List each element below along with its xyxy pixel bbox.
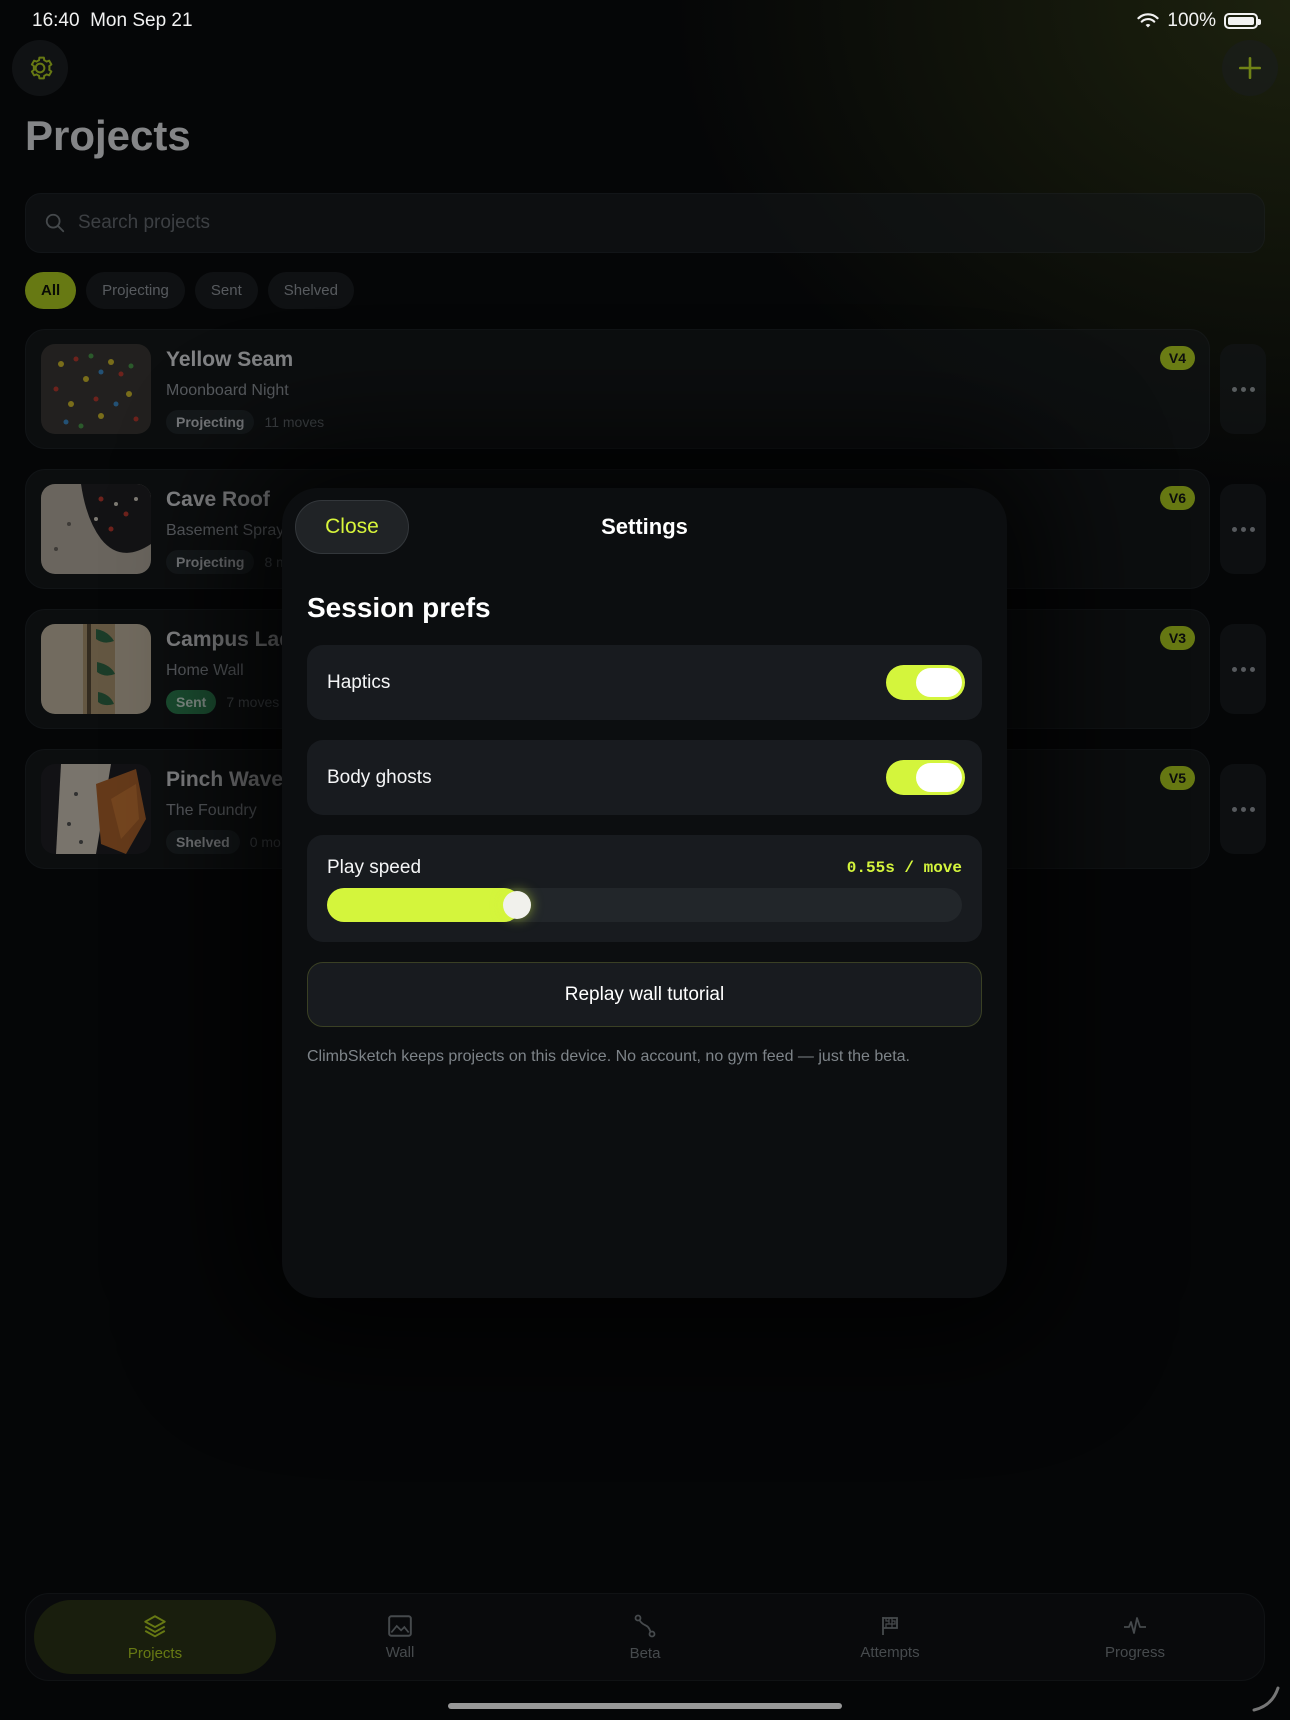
tab-projects[interactable]: Projects bbox=[34, 1600, 276, 1674]
tab-attempts[interactable]: Attempts bbox=[769, 1600, 1011, 1674]
project-thumbnail bbox=[41, 624, 151, 714]
project-meta: Sent 7 moves bbox=[166, 690, 279, 714]
move-count: 11 moves bbox=[264, 414, 325, 430]
layers-icon bbox=[144, 1614, 166, 1637]
grade-badge: V6 bbox=[1159, 486, 1195, 510]
tab-wall[interactable]: Wall bbox=[279, 1600, 521, 1674]
play-speed-value: 0.55s / move bbox=[846, 859, 962, 877]
grade-badge: V4 bbox=[1159, 346, 1195, 370]
search-input[interactable] bbox=[78, 212, 1178, 234]
settings-button[interactable] bbox=[12, 40, 68, 96]
route-icon bbox=[634, 1614, 656, 1637]
project-name: Yellow Seam bbox=[166, 348, 294, 371]
tab-bar: Projects Wall Beta Attempts Progress bbox=[25, 1593, 1265, 1681]
settings-sheet: Close Settings Session prefs Haptics Bod… bbox=[282, 488, 1007, 1298]
search-icon bbox=[45, 213, 65, 233]
project-location: The Foundry bbox=[166, 802, 257, 819]
project-name: Campus Lad bbox=[166, 628, 293, 651]
toggle-knob bbox=[916, 668, 962, 697]
tab-label: Beta bbox=[629, 1644, 661, 1662]
project-thumbnail bbox=[41, 764, 151, 854]
filter-shelved[interactable]: Shelved bbox=[267, 272, 354, 309]
more-options-button[interactable] bbox=[1220, 484, 1266, 574]
play-speed-row: Play speed 0.55s / move bbox=[307, 835, 982, 942]
section-title: Session prefs bbox=[307, 592, 491, 623]
body-ghosts-row: Body ghosts bbox=[307, 740, 982, 815]
filter-all[interactable]: All bbox=[25, 272, 77, 309]
filter-sent[interactable]: Sent bbox=[194, 272, 258, 309]
project-meta: Projecting 8 m bbox=[166, 550, 288, 574]
tab-progress[interactable]: Progress bbox=[1014, 1600, 1256, 1674]
plus-icon bbox=[1238, 56, 1262, 80]
add-project-button[interactable] bbox=[1222, 40, 1278, 96]
filter-projecting[interactable]: Projecting bbox=[86, 272, 185, 309]
status-badge: Shelved bbox=[166, 830, 240, 854]
more-options-button[interactable] bbox=[1220, 344, 1266, 434]
body-ghosts-toggle[interactable] bbox=[886, 760, 965, 795]
status-badge: Projecting bbox=[166, 410, 255, 434]
flag-icon bbox=[882, 1616, 898, 1635]
replay-tutorial-button[interactable]: Replay wall tutorial bbox=[307, 962, 982, 1027]
tab-label: Wall bbox=[385, 1643, 415, 1661]
tab-label: Attempts bbox=[860, 1643, 920, 1661]
haptics-label: Haptics bbox=[327, 672, 391, 693]
status-badge: Projecting bbox=[166, 550, 255, 574]
image-icon bbox=[388, 1614, 412, 1637]
tab-beta[interactable]: Beta bbox=[524, 1600, 766, 1674]
gear-icon bbox=[30, 56, 53, 80]
move-count: 0 mo bbox=[249, 834, 281, 850]
privacy-footnote: ClimbSketch keeps projects on this devic… bbox=[307, 1048, 910, 1065]
project-thumbnail bbox=[41, 484, 151, 574]
play-speed-label: Play speed bbox=[327, 857, 422, 878]
move-count: 7 moves bbox=[226, 694, 280, 710]
project-location: Home Wall bbox=[166, 662, 244, 679]
project-name: Cave Roof bbox=[166, 488, 270, 511]
play-speed-slider[interactable] bbox=[327, 888, 962, 922]
project-thumbnail bbox=[41, 344, 151, 434]
pulse-icon bbox=[1124, 1616, 1146, 1634]
toggle-knob bbox=[916, 763, 962, 792]
slider-thumb[interactable] bbox=[503, 891, 531, 919]
body-ghosts-label: Body ghosts bbox=[327, 767, 432, 788]
project-location: Moonboard Night bbox=[166, 382, 289, 399]
resize-corner-icon bbox=[1252, 1686, 1280, 1712]
project-name: Pinch Wave bbox=[166, 768, 284, 791]
haptics-row: Haptics bbox=[307, 645, 982, 720]
slider-fill bbox=[327, 888, 521, 922]
tab-label: Projects bbox=[127, 1644, 183, 1662]
grade-badge: V3 bbox=[1159, 626, 1195, 650]
grade-badge: V5 bbox=[1159, 766, 1195, 790]
more-options-button[interactable] bbox=[1220, 764, 1266, 854]
project-meta: Shelved 0 mo bbox=[166, 830, 281, 854]
tab-label: Progress bbox=[1104, 1643, 1166, 1661]
project-meta: Projecting 11 moves bbox=[166, 410, 324, 434]
more-options-button[interactable] bbox=[1220, 624, 1266, 714]
haptics-toggle[interactable] bbox=[886, 665, 965, 700]
project-location: Basement Spray bbox=[166, 522, 285, 539]
home-indicator bbox=[448, 1703, 842, 1709]
sheet-title: Settings bbox=[601, 514, 688, 539]
search-bar[interactable] bbox=[25, 193, 1265, 253]
project-card[interactable]: Yellow Seam Moonboard Night Projecting 1… bbox=[25, 329, 1210, 449]
status-badge: Sent bbox=[166, 690, 217, 714]
filter-chips: All Projecting Sent Shelved bbox=[25, 272, 354, 309]
page-title: Projects bbox=[25, 112, 191, 159]
